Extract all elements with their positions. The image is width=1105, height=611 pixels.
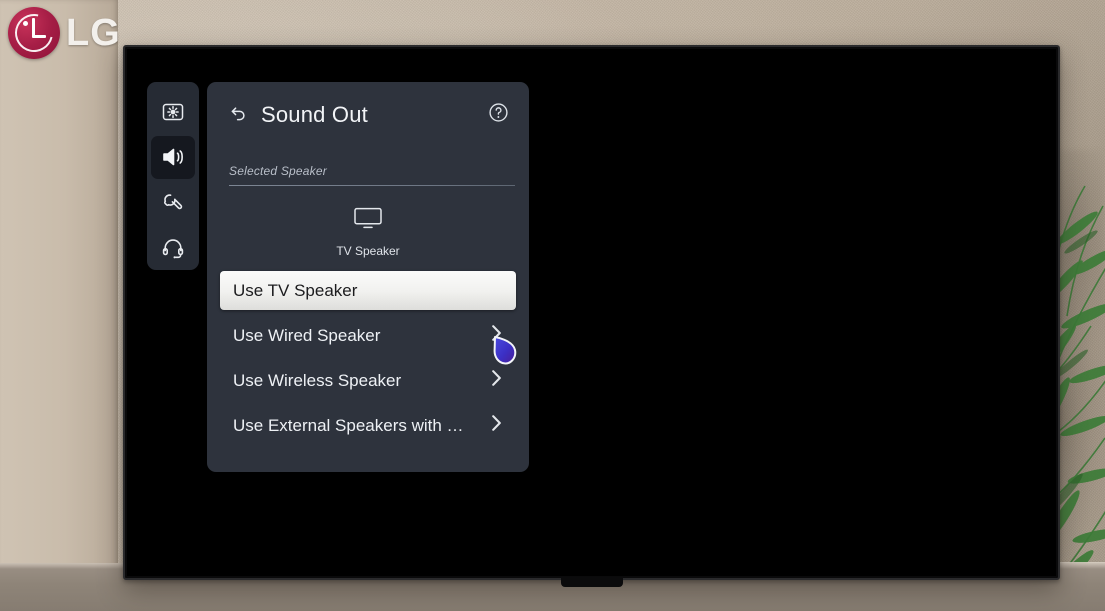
- menu-item-label: Use External Speakers with …: [233, 415, 464, 435]
- wrench-icon: [161, 191, 185, 215]
- lg-circle-mark-icon: [7, 6, 61, 60]
- back-arrow-icon[interactable]: [229, 103, 249, 128]
- section-divider: [229, 185, 515, 186]
- television: Sound Out Selected Speaker TV Speaker Us…: [123, 45, 1060, 587]
- panel-header: Sound Out: [207, 82, 529, 148]
- lg-wordmark: LG: [66, 12, 121, 54]
- menu-item-label: Use TV Speaker: [233, 280, 358, 300]
- selected-speaker-display: TV Speaker: [207, 206, 529, 258]
- speaker-icon: [160, 144, 186, 170]
- chevron-right-icon: [491, 369, 502, 392]
- tv-ir-sensor: [560, 577, 623, 587]
- help-circle-icon[interactable]: [488, 102, 509, 128]
- headset-icon: [161, 236, 185, 260]
- sound-out-panel: Sound Out Selected Speaker TV Speaker Us…: [207, 82, 529, 472]
- settings-sidebar[interactable]: [147, 82, 199, 270]
- tv-screen: Sound Out Selected Speaker TV Speaker Us…: [127, 49, 1056, 576]
- sound-out-menu: Use TV Speaker Use Wired Speaker Use Wir…: [207, 271, 529, 445]
- menu-item-label: Use Wireless Speaker: [233, 370, 402, 390]
- chevron-right-icon: [491, 324, 502, 347]
- sidebar-item-general[interactable]: [151, 181, 195, 225]
- lg-logo: LG: [7, 4, 121, 62]
- menu-item-use-wired-speaker[interactable]: Use Wired Speaker: [220, 316, 516, 355]
- picture-brightness-icon: [161, 100, 185, 124]
- chevron-right-icon: [491, 414, 502, 437]
- selected-speaker-name: TV Speaker: [336, 244, 400, 258]
- menu-item-use-wireless-speaker[interactable]: Use Wireless Speaker: [220, 361, 516, 400]
- tv-monitor-icon: [353, 206, 383, 235]
- sidebar-item-sound[interactable]: [151, 135, 195, 179]
- sidebar-item-picture[interactable]: [151, 90, 195, 134]
- menu-item-label: Use Wired Speaker: [233, 325, 381, 345]
- room-scene: LG Sound Out Selected Speaker TV Speaker…: [0, 0, 1105, 611]
- menu-item-use-external-speakers[interactable]: Use External Speakers with …: [220, 406, 516, 445]
- menu-item-use-tv-speaker[interactable]: Use TV Speaker: [220, 271, 516, 310]
- sidebar-item-support[interactable]: [151, 227, 195, 271]
- section-label: Selected Speaker: [229, 164, 327, 178]
- wall-corner: [0, 0, 118, 611]
- page-title: Sound Out: [261, 102, 368, 127]
